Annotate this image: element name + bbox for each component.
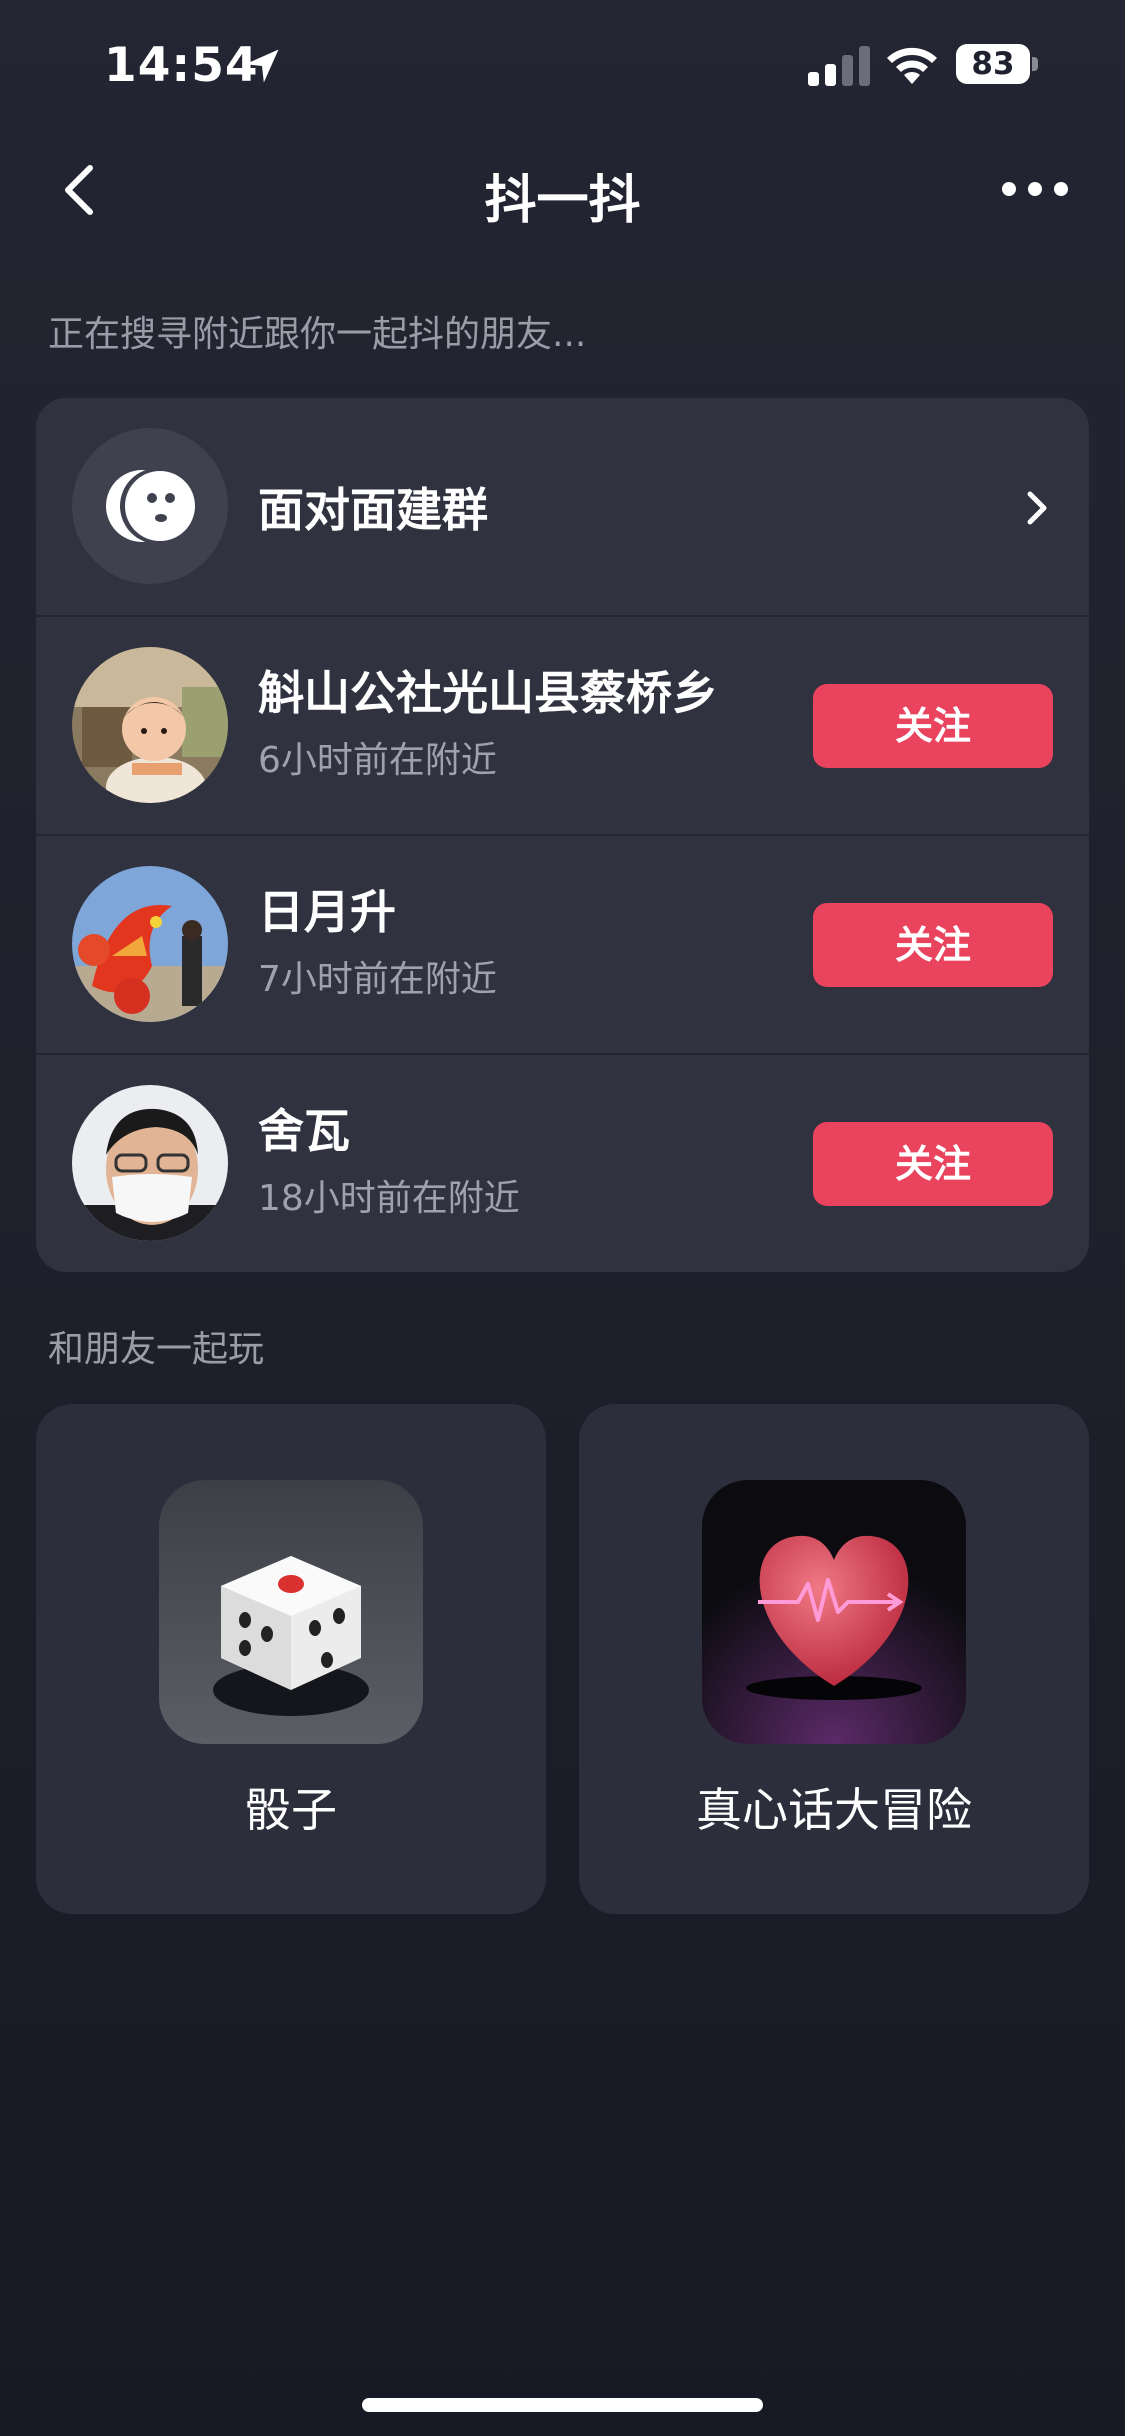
battery-level: 83	[971, 46, 1015, 82]
searching-hint: 正在搜寻附近跟你一起抖的朋友...	[48, 314, 587, 355]
follow-button[interactable]: 关注	[813, 684, 1053, 768]
user-last-seen: 18小时前在附近	[258, 1178, 520, 1219]
game-card-truth-or-dare[interactable]: 真心话大冒险	[579, 1404, 1089, 1914]
user-row[interactable]: 舍瓦 18小时前在附近 关注	[36, 1055, 1089, 1272]
cellular-signal-icon	[808, 46, 870, 86]
avatar[interactable]	[72, 1085, 228, 1241]
user-name: 日月升	[258, 885, 396, 939]
game-label: 真心话大冒险	[696, 1783, 972, 1837]
user-row[interactable]: 斛山公社光山县蔡桥乡 6小时前在附近 关注	[36, 617, 1089, 835]
game-label: 骰子	[245, 1783, 337, 1837]
more-options-button[interactable]	[1000, 172, 1070, 206]
game-card-dice[interactable]: 骰子	[36, 1404, 546, 1914]
face-to-face-group-icon	[106, 468, 196, 544]
status-time: 14:54	[104, 38, 259, 93]
follow-button[interactable]: 关注	[813, 1122, 1053, 1206]
location-arrow-icon	[245, 49, 279, 83]
group-label: 面对面建群	[258, 483, 488, 537]
user-last-seen: 6小时前在附近	[258, 740, 497, 781]
nearby-card: 面对面建群 斛山公社光山县蔡桥乡 6小时前在附近 关注 日月升 7小时前在附近 …	[36, 398, 1089, 1272]
chevron-right-icon	[1027, 491, 1047, 525]
user-row[interactable]: 日月升 7小时前在附近 关注	[36, 836, 1089, 1054]
wifi-icon	[887, 47, 937, 84]
home-indicator[interactable]	[362, 2398, 763, 2412]
heart-pulse-icon	[702, 1480, 966, 1744]
battery-indicator: 83	[956, 44, 1040, 86]
face-to-face-group-row[interactable]: 面对面建群	[36, 398, 1089, 616]
follow-button[interactable]: 关注	[813, 903, 1053, 987]
user-name: 舍瓦	[258, 1104, 350, 1158]
page-title: 抖一抖	[484, 171, 641, 231]
dice-icon	[159, 1480, 423, 1744]
avatar[interactable]	[72, 866, 228, 1022]
user-name: 斛山公社光山县蔡桥乡	[258, 666, 718, 720]
group-icon-container	[72, 428, 228, 584]
section-title: 和朋友一起玩	[48, 1329, 265, 1370]
user-last-seen: 7小时前在附近	[258, 959, 497, 1000]
avatar[interactable]	[72, 647, 228, 803]
